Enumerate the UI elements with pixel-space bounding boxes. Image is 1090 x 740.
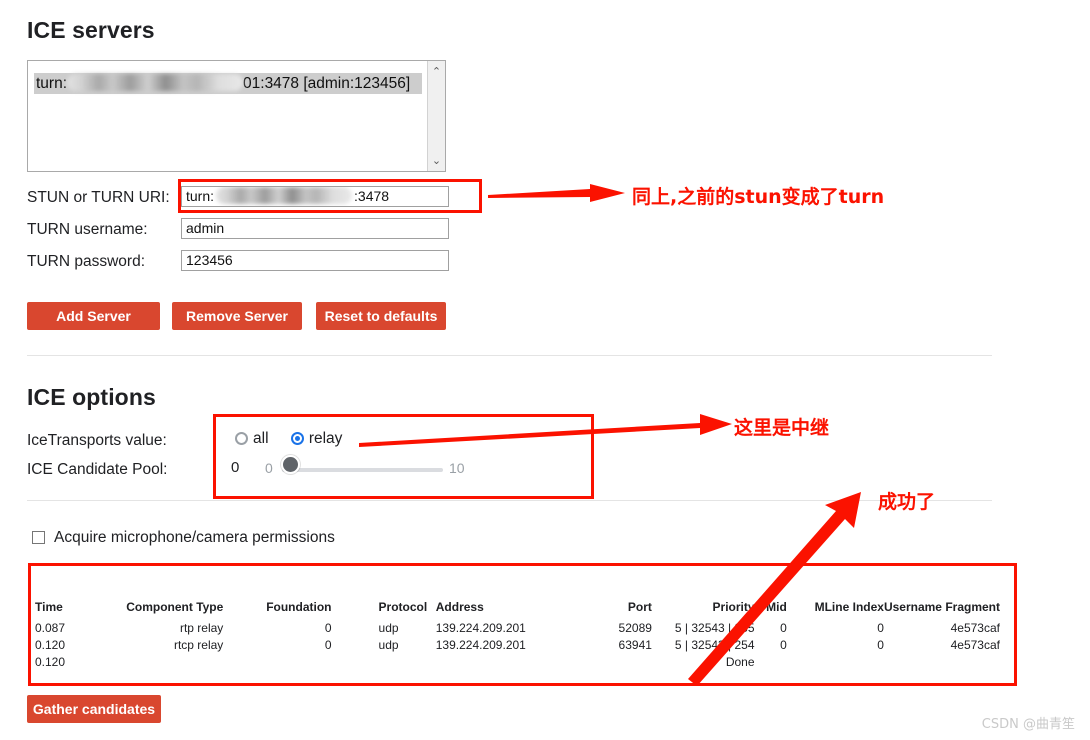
cell-protocol: udp bbox=[378, 638, 399, 652]
col-header-mid: Mid bbox=[766, 600, 787, 614]
annotation-arrow-uri bbox=[488, 184, 625, 202]
cell-username-fragment: 4e573caf bbox=[950, 621, 1000, 635]
cell-priority: 5 | 32543 | 255 bbox=[674, 621, 755, 635]
table-row: 0.087 rtp relay 0 udp 139.224.209.201 52… bbox=[35, 620, 1000, 637]
scroll-down-icon[interactable]: ⌄ bbox=[428, 152, 445, 169]
cell-mline-index bbox=[787, 654, 884, 671]
cell-port: 52089 bbox=[618, 621, 652, 635]
col-header-username-fragment: Username Fragment bbox=[883, 600, 1000, 614]
radio-label-all: all bbox=[253, 430, 269, 447]
cell-status-done: Done bbox=[725, 655, 755, 669]
cell-component-type: rtp relay bbox=[179, 621, 224, 635]
col-header-component-type: Component Type bbox=[126, 600, 224, 614]
cell-foundation bbox=[223, 654, 331, 671]
add-server-button[interactable]: Add Server bbox=[27, 302, 160, 330]
col-header-foundation: Foundation bbox=[266, 600, 332, 614]
section-divider bbox=[27, 500, 992, 501]
cell-protocol bbox=[332, 654, 436, 671]
server-uri-prefix: turn: bbox=[36, 75, 68, 92]
table-row-summary: 0.120 Done bbox=[35, 654, 1000, 671]
scroll-up-icon[interactable]: ⌃ bbox=[428, 63, 445, 80]
turn-password-label: TURN password: bbox=[27, 253, 145, 270]
uri-value-prefix: turn: bbox=[186, 188, 215, 204]
col-header-priority: Priority bbox=[712, 600, 755, 614]
icetransports-radio-group: all relay bbox=[235, 430, 360, 448]
cell-component-type bbox=[89, 654, 223, 671]
stun-turn-uri-label: STUN or TURN URI: bbox=[27, 189, 170, 206]
acquire-permissions-label: Acquire microphone/camera permissions bbox=[54, 529, 335, 546]
cell-port: 63941 bbox=[618, 638, 652, 652]
stun-turn-uri-input[interactable]: turn: :3478 bbox=[181, 186, 449, 207]
annotation-box-ice-options bbox=[213, 414, 594, 499]
annotation-note-uri: 同上,之前的stun变成了turn bbox=[632, 186, 885, 208]
section-divider bbox=[27, 355, 992, 356]
checkbox-icon-acquire-permissions[interactable] bbox=[32, 531, 45, 544]
gather-candidates-button[interactable]: Gather candidates bbox=[27, 695, 161, 723]
table-row: 0.120 rtcp relay 0 udp 139.224.209.201 6… bbox=[35, 637, 1000, 654]
cell-port bbox=[579, 654, 652, 671]
annotation-arrow-relay bbox=[359, 414, 732, 447]
cell-time: 0.087 bbox=[35, 621, 66, 635]
ice-candidate-pool-value: 0 bbox=[231, 459, 240, 476]
cell-username-fragment: 4e573caf bbox=[950, 638, 1000, 652]
turn-password-input[interactable]: 123456 bbox=[181, 250, 449, 271]
turn-username-label: TURN username: bbox=[27, 221, 148, 238]
redacted-host-bar bbox=[216, 187, 353, 204]
cell-component-type: rtcp relay bbox=[173, 638, 224, 652]
watermark: CSDN @曲青笙 bbox=[981, 717, 1075, 732]
ice-candidate-pool-max: 10 bbox=[449, 460, 465, 476]
annotation-note-relay: 这里是中继 bbox=[734, 417, 830, 439]
radio-option-all[interactable]: all bbox=[235, 430, 269, 448]
table-header-row: Time Component Type Foundation Protocol … bbox=[35, 600, 1000, 620]
cell-priority: 5 | 32543 | 254 bbox=[674, 638, 755, 652]
ice-server-list-item[interactable]: turn: 01:3478 [admin:123456] bbox=[34, 73, 422, 94]
cell-protocol: udp bbox=[378, 621, 399, 635]
cell-mid bbox=[755, 654, 787, 671]
cell-time: 0.120 bbox=[35, 655, 66, 669]
cell-time: 0.120 bbox=[35, 638, 66, 652]
radio-icon-relay[interactable] bbox=[290, 432, 304, 445]
col-header-port: Port bbox=[627, 600, 652, 614]
radio-icon-all[interactable] bbox=[235, 432, 248, 445]
cell-mid: 0 bbox=[780, 638, 787, 652]
col-header-mline-index: MLine Index bbox=[814, 600, 884, 614]
redacted-host-bar bbox=[67, 74, 244, 91]
ice-server-list[interactable]: turn: 01:3478 [admin:123456] ⌃ ⌄ bbox=[27, 60, 446, 172]
icetransports-label: IceTransports value: bbox=[27, 432, 167, 449]
radio-option-relay[interactable]: relay bbox=[290, 430, 343, 448]
reset-to-defaults-button[interactable]: Reset to defaults bbox=[316, 302, 446, 330]
server-uri-suffix: 01:3478 [admin:123456] bbox=[243, 75, 411, 92]
turn-username-input[interactable]: admin bbox=[181, 218, 449, 239]
cell-mid: 0 bbox=[780, 621, 787, 635]
cell-address bbox=[436, 654, 579, 671]
cell-username-fragment bbox=[884, 654, 1000, 671]
trickle-ice-page: ICE servers turn: 01:3478 [admin:123456] … bbox=[0, 0, 1090, 740]
cell-foundation: 0 bbox=[324, 621, 332, 635]
cell-foundation: 0 bbox=[324, 638, 332, 652]
acquire-permissions-row[interactable]: Acquire microphone/camera permissions bbox=[32, 529, 335, 547]
radio-label-relay: relay bbox=[308, 430, 343, 447]
page-title-ice-servers: ICE servers bbox=[27, 17, 155, 43]
page-title-ice-options: ICE options bbox=[27, 384, 156, 410]
ice-server-list-scrollbar[interactable]: ⌃ ⌄ bbox=[427, 61, 445, 171]
ice-candidate-pool-min: 0 bbox=[265, 460, 273, 476]
uri-value-suffix: :3478 bbox=[354, 188, 390, 204]
col-header-address: Address bbox=[435, 600, 484, 614]
cell-mline-index: 0 bbox=[877, 621, 884, 635]
col-header-time: Time bbox=[35, 600, 63, 614]
cell-mline-index: 0 bbox=[877, 638, 884, 652]
cell-address: 139.224.209.201 bbox=[435, 638, 526, 652]
ice-candidate-pool-slider-thumb[interactable] bbox=[281, 455, 300, 474]
ice-candidate-pool-label: ICE Candidate Pool: bbox=[27, 461, 168, 478]
cell-address: 139.224.209.201 bbox=[435, 621, 526, 635]
col-header-protocol: Protocol bbox=[378, 600, 428, 614]
remove-server-button[interactable]: Remove Server bbox=[172, 302, 302, 330]
candidates-table: Time Component Type Foundation Protocol … bbox=[35, 600, 1000, 671]
ice-candidate-pool-slider-track[interactable] bbox=[282, 468, 443, 472]
